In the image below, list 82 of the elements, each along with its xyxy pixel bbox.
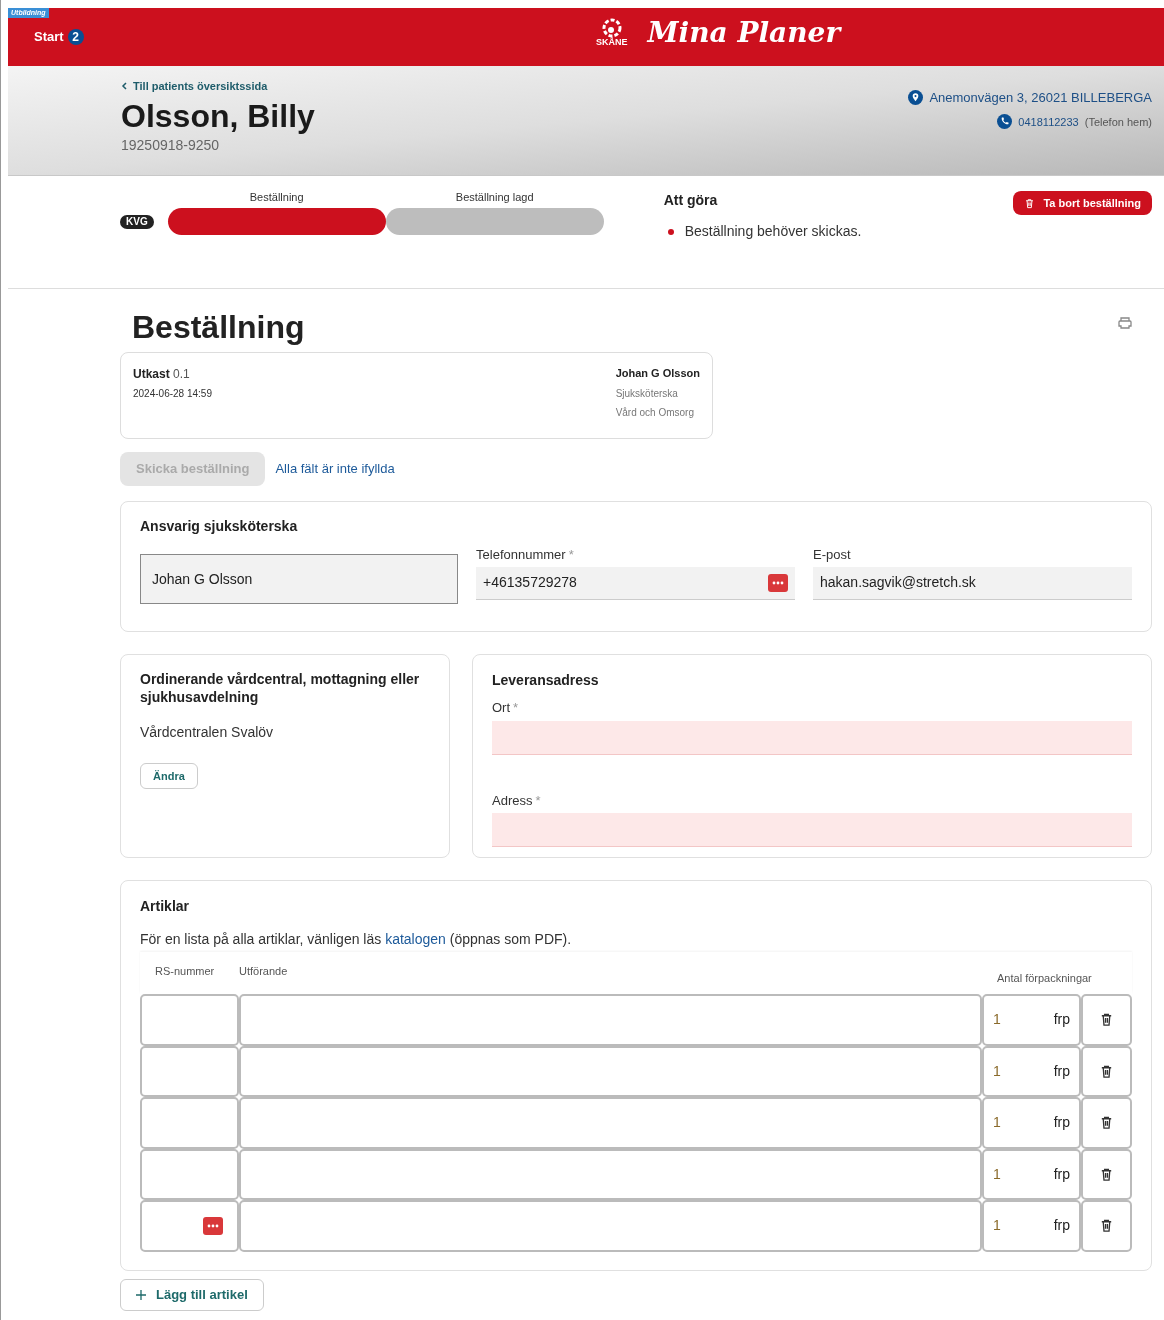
- required-marker: *: [568, 546, 574, 564]
- quantity-field[interactable]: 1 frp: [982, 994, 1081, 1046]
- delete-row-button[interactable]: [1081, 1148, 1132, 1200]
- order-date: 2024-06-28 14:59: [133, 387, 212, 401]
- quantity-field[interactable]: 1 frp: [982, 1097, 1081, 1149]
- bullet-icon: [667, 228, 674, 235]
- trash-icon: [1099, 1115, 1114, 1131]
- author-name: Johan G Olsson: [615, 366, 700, 381]
- todo-item: Beställning behöver skickas.: [684, 222, 862, 241]
- more-options-icon: [203, 1216, 223, 1235]
- trash-icon: [1099, 1218, 1114, 1234]
- location-pin-icon: [908, 90, 924, 106]
- plus-icon: [136, 1289, 146, 1300]
- required-marker: *: [513, 699, 519, 717]
- phone-number: 0418112233: [1018, 114, 1079, 130]
- print-icon: [1118, 317, 1132, 329]
- input-field[interactable]: [492, 720, 1132, 755]
- author-role: Sjuksköterska: [615, 386, 679, 401]
- field-label: Ort: [492, 699, 511, 717]
- status-badge: KVG: [120, 215, 154, 229]
- page-title: Beställning: [132, 308, 305, 347]
- step-label: Beställning lagd: [455, 189, 534, 205]
- input-field[interactable]: [239, 1097, 982, 1149]
- draft-version: 0.1: [173, 367, 190, 381]
- input-field[interactable]: [140, 994, 239, 1046]
- draft-label: Utkast: [133, 367, 170, 381]
- count-badge: 2: [67, 29, 84, 45]
- articles-intro: För en lista på alla artiklar, vänligen läs katalogen (öppnas som PDF).: [140, 930, 573, 949]
- trash-icon: [1024, 197, 1036, 209]
- field-label: E-post: [813, 546, 851, 564]
- delete-order-button[interactable]: Ta bort beställning: [1013, 191, 1152, 215]
- app-title: Mina Planer: [647, 18, 841, 47]
- patient-name: Olsson, Billy: [121, 96, 315, 135]
- column-header: RS-nummer: [154, 963, 216, 979]
- input-field[interactable]: [140, 1045, 239, 1097]
- nurse-name-field[interactable]: Johan G Olsson: [140, 554, 459, 604]
- clinic-name: Vårdcentralen Svalöv: [140, 723, 274, 742]
- phone-icon: [997, 114, 1013, 130]
- delete-row-button[interactable]: [1081, 1097, 1132, 1149]
- phone-type: (Telefon hem): [1084, 114, 1152, 130]
- input-field[interactable]: [140, 1200, 239, 1252]
- quantity-field[interactable]: 1 frp: [982, 1148, 1081, 1200]
- incomplete-fields-link[interactable]: Alla fält är inte ifyllda: [275, 459, 395, 479]
- field-label: Adress: [492, 791, 533, 810]
- patient-id: 19250918-9250: [121, 135, 221, 155]
- column-header: Antal förpackningar: [996, 971, 1093, 986]
- catalog-link[interactable]: katalogen: [385, 931, 446, 947]
- quantity-field[interactable]: 1 frp: [982, 1045, 1081, 1097]
- add-article-button[interactable]: Lägg till artikel: [120, 1278, 264, 1311]
- field-label: Telefonnummer: [476, 546, 566, 564]
- more-options-icon: [768, 573, 788, 592]
- input-field[interactable]: [140, 1097, 239, 1149]
- start-link[interactable]: Start 2: [34, 27, 84, 47]
- input-field[interactable]: hakan.sagvik@stretch.sk: [813, 566, 1132, 600]
- logo-text: SKÅNE: [596, 38, 628, 47]
- trash-icon: [1099, 1012, 1114, 1028]
- input-field[interactable]: [239, 1148, 982, 1200]
- patient-address: Anemonvägen 3, 26021 BILLEBERGA: [929, 89, 1152, 107]
- column-header: Utförande: [239, 963, 289, 979]
- trash-icon: [1099, 1166, 1114, 1182]
- section-title: Ordinerande vårdcentral, mottagning eller sjukhusavdelning: [140, 670, 421, 706]
- author-unit: Vård och Omsorg: [615, 405, 695, 420]
- trash-icon: [1099, 1063, 1114, 1079]
- section-title: Artiklar: [140, 897, 191, 916]
- section-title: Ansvarig sjuksköterska: [140, 517, 299, 536]
- input-field[interactable]: [140, 1148, 239, 1200]
- delete-row-button[interactable]: [1081, 994, 1132, 1046]
- todo-title: Att göra: [663, 191, 719, 210]
- input-field[interactable]: [492, 813, 1132, 847]
- section-title: Leveransadress: [492, 671, 600, 690]
- input-field[interactable]: [239, 1045, 982, 1097]
- input-field[interactable]: +46135729278: [476, 566, 795, 600]
- back-link[interactable]: Till patients översiktssida: [121, 78, 315, 95]
- quantity-field[interactable]: 1 frp: [982, 1200, 1081, 1252]
- delete-row-button[interactable]: [1081, 1045, 1132, 1097]
- required-marker: *: [535, 791, 541, 810]
- chevron-left-icon: [121, 82, 127, 91]
- change-button[interactable]: Ändra: [140, 763, 198, 789]
- step-label: Beställning: [249, 189, 304, 205]
- input-field[interactable]: [239, 1200, 982, 1252]
- delete-row-button[interactable]: [1081, 1200, 1132, 1252]
- input-field[interactable]: [239, 994, 982, 1046]
